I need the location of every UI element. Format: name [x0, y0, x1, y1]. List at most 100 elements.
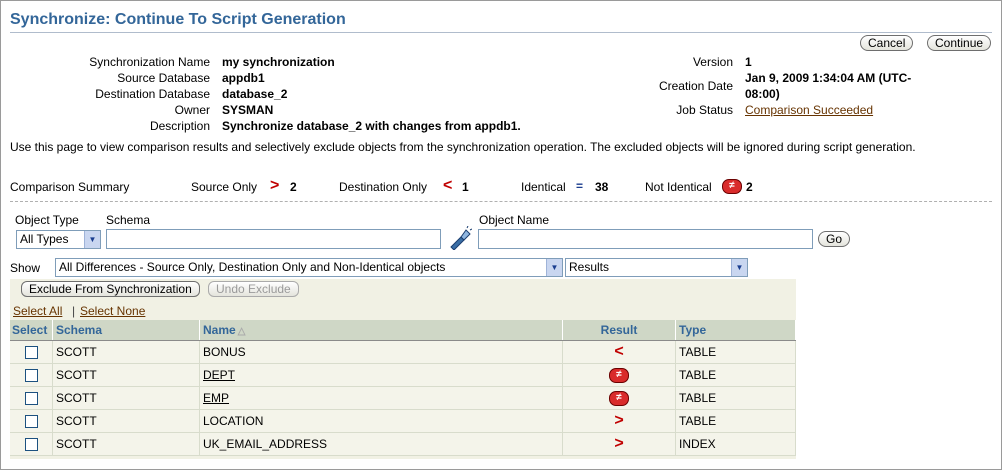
column-header-name[interactable]: Name △ — [199, 320, 563, 341]
schema-cell: SCOTT — [52, 363, 200, 387]
destination-only-icon: < — [614, 343, 624, 360]
schema-cell: SCOTT — [52, 340, 200, 364]
row-checkbox[interactable] — [24, 346, 38, 360]
name-cell: BONUS — [199, 340, 563, 364]
sync-name-value: my synchronization — [222, 55, 335, 69]
name-cell: EMP — [199, 386, 563, 410]
flashlight-search-icon[interactable] — [448, 225, 473, 251]
result-cell: ≠ — [562, 386, 676, 410]
cancel-button[interactable]: Cancel — [860, 35, 914, 51]
type-cell: TABLE — [675, 340, 796, 364]
job-status-label: Job Status — [676, 103, 733, 117]
row-checkbox[interactable] — [24, 438, 38, 452]
title-divider — [10, 32, 992, 33]
version-label: Version — [692, 55, 733, 69]
result-cell: > — [562, 409, 676, 433]
object-name-input[interactable] — [478, 229, 813, 249]
column-header-result: Result — [562, 320, 676, 341]
schema-cell: SCOTT — [52, 409, 200, 433]
select-separator: | — [72, 304, 76, 318]
select-cell — [10, 340, 53, 364]
view-value: Results — [569, 260, 610, 274]
description-label: Description — [149, 119, 210, 133]
instructions-text: Use this page to view comparison results… — [10, 140, 916, 154]
destination-only-count: 1 — [462, 180, 469, 194]
result-cell: < — [562, 340, 676, 364]
source-only-icon: > — [614, 435, 624, 452]
section-divider — [10, 201, 992, 202]
schema-label: Schema — [106, 213, 151, 227]
continue-button[interactable]: Continue — [927, 35, 992, 51]
source-only-icon: > — [614, 412, 624, 429]
object-type-value: All Types — [20, 232, 69, 246]
result-cell: ≠ — [562, 363, 676, 387]
type-cell: TABLE — [675, 409, 796, 433]
result-cell: > — [562, 432, 676, 456]
creation-date-value-line2: 08:00) — [745, 87, 780, 101]
job-status-link[interactable]: Comparison Succeeded — [745, 103, 873, 117]
description-value: Synchronize database_2 with changes from… — [222, 119, 521, 133]
source-db-value: appdb1 — [222, 71, 265, 85]
column-header-type[interactable]: Type — [675, 320, 796, 341]
name-cell: UK_EMAIL_ADDRESS — [199, 432, 563, 456]
owner-label: Owner — [174, 103, 210, 117]
table-header-row: Select Schema Name △ Result Type — [10, 320, 796, 341]
not-identical-label: Not Identical — [645, 180, 712, 194]
chevron-down-icon: ▼ — [731, 259, 747, 276]
object-name-link[interactable]: DEPT — [203, 368, 235, 382]
object-type-select[interactable]: All Types ▼ — [16, 230, 101, 249]
source-db-label: Source Database — [117, 71, 210, 85]
object-name-link[interactable]: EMP — [203, 391, 229, 405]
chevron-down-icon: ▼ — [84, 231, 100, 248]
destination-only-label: Destination Only — [339, 180, 428, 194]
dest-db-label: Destination Database — [95, 87, 210, 101]
identical-label: Identical — [521, 180, 566, 194]
version-value: 1 — [745, 55, 752, 69]
select-none-link[interactable]: Select None — [80, 304, 145, 318]
not-identical-icon[interactable]: ≠ — [609, 367, 629, 383]
type-cell: TABLE — [675, 363, 796, 387]
name-cell: LOCATION — [199, 409, 563, 433]
schema-input[interactable] — [106, 229, 441, 249]
source-only-icon: > — [270, 177, 280, 194]
chevron-down-icon: ▼ — [546, 259, 562, 276]
column-header-name-label: Name — [203, 323, 236, 337]
show-select[interactable]: All Differences - Source Only, Destinati… — [55, 258, 563, 277]
schema-cell: SCOTT — [52, 432, 200, 456]
table-row: SCOTT UK_EMAIL_ADDRESS > INDEX — [10, 432, 796, 456]
view-select[interactable]: Results ▼ — [565, 258, 748, 277]
not-identical-icon[interactable]: ≠ — [609, 390, 629, 406]
table-row: SCOTT EMP ≠ TABLE — [10, 386, 796, 410]
owner-value: SYSMAN — [222, 103, 274, 117]
source-only-count: 2 — [290, 180, 297, 194]
creation-date-value-line1: Jan 9, 2009 1:34:04 AM (UTC- — [745, 71, 912, 85]
dest-db-value: database_2 — [222, 87, 288, 101]
page-title: Synchronize: Continue To Script Generati… — [10, 11, 346, 28]
column-header-select: Select — [10, 320, 53, 341]
select-cell — [10, 363, 53, 387]
select-all-link[interactable]: Select All — [13, 304, 62, 318]
name-cell: DEPT — [199, 363, 563, 387]
row-checkbox[interactable] — [24, 392, 38, 406]
creation-date-label: Creation Date — [658, 79, 733, 93]
sort-ascending-icon: △ — [237, 326, 246, 337]
row-checkbox[interactable] — [24, 415, 38, 429]
go-button[interactable]: Go — [818, 231, 851, 247]
object-name-label: Object Name — [479, 213, 550, 227]
identical-icon: = — [576, 179, 584, 193]
comparison-summary-label: Comparison Summary — [10, 180, 130, 194]
row-checkbox[interactable] — [24, 369, 38, 383]
column-header-schema[interactable]: Schema — [52, 320, 200, 341]
table-row: SCOTT LOCATION > TABLE — [10, 409, 796, 433]
object-type-label: Object Type — [15, 213, 79, 227]
not-identical-count: 2 — [746, 180, 753, 194]
source-only-label: Source Only — [191, 180, 258, 194]
sync-name-label: Synchronization Name — [89, 55, 210, 69]
destination-only-icon: < — [443, 177, 453, 194]
select-cell — [10, 409, 53, 433]
undo-exclude-button[interactable]: Undo Exclude — [208, 281, 299, 297]
schema-cell: SCOTT — [52, 386, 200, 410]
not-identical-icon: ≠ — [722, 179, 742, 195]
show-value: All Differences - Source Only, Destinati… — [59, 260, 446, 274]
exclude-button[interactable]: Exclude From Synchronization — [21, 281, 200, 297]
